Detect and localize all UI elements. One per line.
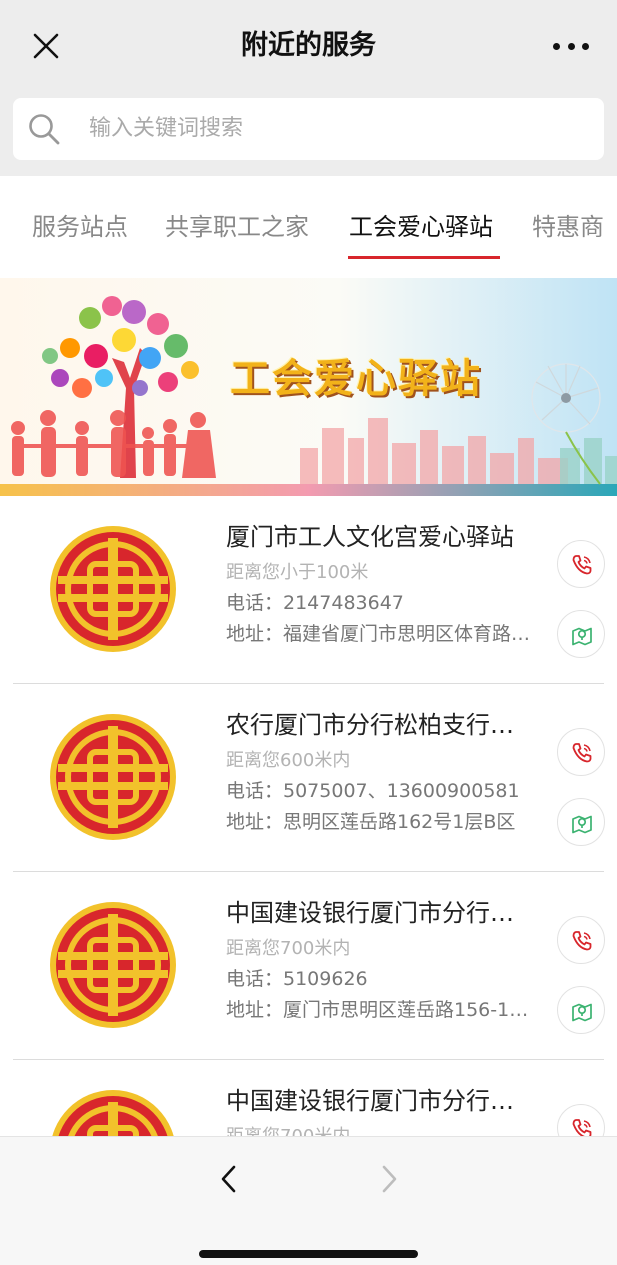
call-button[interactable] [557,1104,605,1136]
phone-icon [572,743,592,763]
phone-icon [572,1119,592,1136]
back-arrow-icon[interactable] [214,1159,244,1199]
station-phone: 电话：5109626 [226,968,368,990]
station-address: 地址：思明区莲岳路162号1层B区 [226,811,516,833]
list-item[interactable]: 中国建设银行厦门市分行莲岳支行 距离您700米内 [0,1060,617,1136]
phone-icon [572,931,592,951]
station-list: 厦门市工人文化宫爱心驿站 距离您小于100米 电话：2147483647 地址：… [0,496,617,1136]
station-name: 厦门市工人文化宫爱心驿站 [226,523,514,551]
union-logo-icon [50,714,176,840]
phone-icon [572,555,592,575]
union-logo-icon [50,902,176,1028]
banner-title: 工会爱心驿站 [230,356,482,402]
station-phone: 电话：5075007、13600900581 [226,780,520,802]
search-icon [29,114,60,145]
station-address: 地址：厦门市思明区莲岳路156-158号 [226,999,538,1021]
tab-service-sites[interactable]: 服务站点 [32,210,128,244]
list-item[interactable]: 农行厦门市分行松柏支行爱心驿站 距离您600米内 电话：5075007、1360… [0,684,617,872]
station-address: 地址：福建省厦门市思明区体育路100号 [226,623,538,645]
station-name: 中国建设银行厦门市分行营业部 [226,899,536,927]
list-item[interactable]: 厦门市工人文化宫爱心驿站 距离您小于100米 电话：2147483647 地址：… [0,496,617,684]
union-logo-icon [52,1090,174,1136]
map-navigation-icon [572,1003,592,1022]
map-navigation-icon [572,815,592,834]
category-tabs: 服务站点 共享职工之家 工会爱心驿站 特惠商 [0,176,617,278]
call-button[interactable] [557,916,605,964]
home-indicator [199,1250,418,1258]
more-menu-icon[interactable] [553,30,589,62]
map-navigation-icon [572,627,592,646]
navigate-button[interactable] [557,798,605,846]
station-name: 中国建设银行厦门市分行莲岳支行 [226,1087,536,1115]
tab-special-offers[interactable]: 特惠商 [532,210,604,244]
station-name: 农行厦门市分行松柏支行爱心驿站 [226,711,536,739]
list-item[interactable]: 中国建设银行厦门市分行营业部 距离您700米内 电话：5109626 地址：厦门… [0,872,617,1060]
navigate-button[interactable] [557,610,605,658]
page-title: 附近的服务 [241,30,376,61]
tab-shared-worker-home[interactable]: 共享职工之家 [165,210,309,244]
browser-toolbar [0,1136,617,1265]
search-area: 输入关键词搜索 [0,92,617,176]
station-phone: 电话：2147483647 [226,592,404,614]
search-placeholder: 输入关键词搜索 [89,116,244,141]
station-distance: 距离您600米内 [226,750,351,771]
union-logo-icon [50,526,176,652]
search-input[interactable]: 输入关键词搜索 [13,98,604,160]
navigate-button[interactable] [557,986,605,1034]
call-button[interactable] [557,540,605,588]
station-distance: 距离您700米内 [226,938,351,959]
banner-image: 工会爱心驿站 [0,278,617,496]
active-tab-indicator [348,256,500,259]
call-button[interactable] [557,728,605,776]
nav-bar: 附近的服务 [0,0,617,92]
station-distance: 距离您小于100米 [226,562,369,583]
forward-arrow-icon[interactable] [374,1159,404,1199]
station-distance: 距离您700米内 [226,1124,350,1136]
tab-union-love-station[interactable]: 工会爱心驿站 [349,210,493,244]
